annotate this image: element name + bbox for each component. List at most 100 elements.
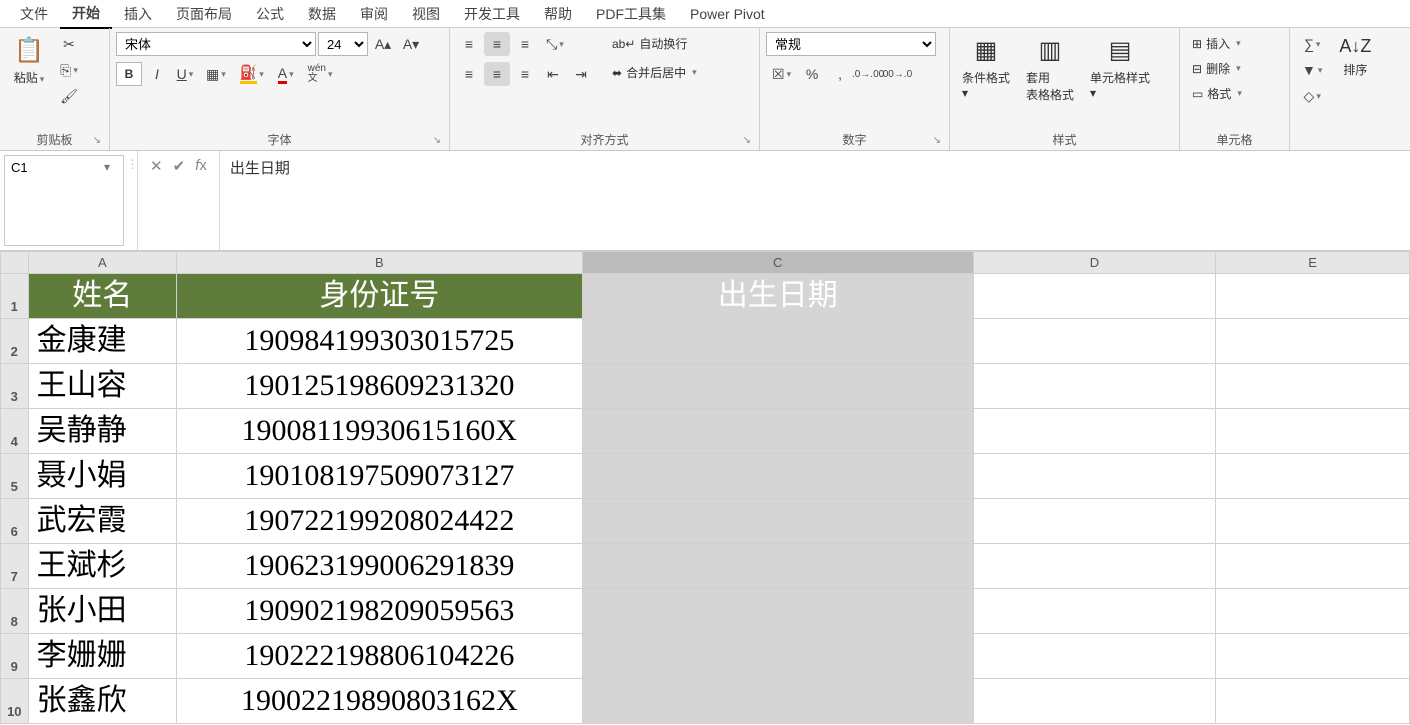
font-family-select[interactable]: 宋体 xyxy=(116,32,316,56)
clear-button[interactable]: ◇▾ xyxy=(1296,84,1328,108)
cell-E8[interactable] xyxy=(1216,589,1410,634)
menu-tab-2[interactable]: 插入 xyxy=(112,0,164,28)
cell-E7[interactable] xyxy=(1216,544,1410,589)
comma-button[interactable]: , xyxy=(827,62,853,86)
menu-tab-5[interactable]: 数据 xyxy=(296,0,348,28)
font-color-button[interactable]: A▾ xyxy=(272,62,300,86)
increase-font-button[interactable]: A▴ xyxy=(370,32,396,56)
fill-color-button[interactable]: ⛽▾ xyxy=(234,62,270,86)
row-header-4[interactable]: 4 xyxy=(1,409,29,454)
cell-B1[interactable]: 身份证号 xyxy=(176,274,582,319)
cell-A4[interactable]: 吴静静 xyxy=(28,409,176,454)
col-header-E[interactable]: E xyxy=(1216,252,1410,274)
cell-B9[interactable]: 190222198806104226 xyxy=(176,634,582,679)
cell-B5[interactable]: 190108197509073127 xyxy=(176,454,582,499)
copy-button[interactable]: ⎘▾ xyxy=(56,58,82,82)
underline-button[interactable]: U▾ xyxy=(172,62,198,86)
cell-C6[interactable] xyxy=(582,499,973,544)
paste-button[interactable]: 📋 粘贴▾ xyxy=(6,32,52,90)
cell-C3[interactable] xyxy=(582,364,973,409)
cell-B2[interactable]: 190984199303015725 xyxy=(176,319,582,364)
select-all-corner[interactable] xyxy=(1,252,29,274)
fill-button[interactable]: ▼▾ xyxy=(1296,58,1328,82)
col-header-B[interactable]: B xyxy=(176,252,582,274)
cell-E2[interactable] xyxy=(1216,319,1410,364)
cell-D5[interactable] xyxy=(973,454,1215,499)
menu-tab-4[interactable]: 公式 xyxy=(244,0,296,28)
align-launcher-icon[interactable]: ↘ xyxy=(743,135,751,146)
cell-C9[interactable] xyxy=(582,634,973,679)
cell-B10[interactable]: 19002219890803162X xyxy=(176,679,582,724)
currency-button[interactable]: ☒▾ xyxy=(766,62,797,86)
font-size-select[interactable]: 24 xyxy=(318,32,368,56)
row-header-1[interactable]: 1 xyxy=(1,274,29,319)
worksheet[interactable]: ABCDE1姓名身份证号出生日期2金康建1909841993030157253王… xyxy=(0,251,1410,725)
cell-D2[interactable] xyxy=(973,319,1215,364)
row-header-6[interactable]: 6 xyxy=(1,499,29,544)
align-left-button[interactable]: ≡ xyxy=(456,62,482,86)
font-launcher-icon[interactable]: ↘ xyxy=(433,135,441,146)
cell-C2[interactable] xyxy=(582,319,973,364)
border-button[interactable]: ▦▾ xyxy=(200,62,232,86)
format-painter-button[interactable]: 🖌 xyxy=(56,84,82,108)
cell-D8[interactable] xyxy=(973,589,1215,634)
cell-A1[interactable]: 姓名 xyxy=(28,274,176,319)
increase-decimal-button[interactable]: .0→.00 xyxy=(855,62,881,86)
col-header-A[interactable]: A xyxy=(28,252,176,274)
align-center-button[interactable]: ≡ xyxy=(484,62,510,86)
cell-A8[interactable]: 张小田 xyxy=(28,589,176,634)
cell-E10[interactable] xyxy=(1216,679,1410,724)
indent-increase-button[interactable]: ⇥ xyxy=(568,62,594,86)
cell-D6[interactable] xyxy=(973,499,1215,544)
name-box-dropdown-icon[interactable]: ▾ xyxy=(95,156,119,174)
align-bottom-button[interactable]: ≡ xyxy=(512,32,538,56)
number-format-select[interactable]: 常规 xyxy=(766,32,936,56)
cell-C4[interactable] xyxy=(582,409,973,454)
autosum-button[interactable]: ∑▾ xyxy=(1296,32,1328,56)
insert-cells-button[interactable]: ⊞插入▾ xyxy=(1186,32,1247,55)
cell-C1[interactable]: 出生日期 xyxy=(582,274,973,319)
col-header-D[interactable]: D xyxy=(973,252,1215,274)
row-header-2[interactable]: 2 xyxy=(1,319,29,364)
cell-C8[interactable] xyxy=(582,589,973,634)
formula-input[interactable]: 出生日期 xyxy=(220,151,1410,250)
cell-E1[interactable] xyxy=(1216,274,1410,319)
row-header-9[interactable]: 9 xyxy=(1,634,29,679)
cell-A6[interactable]: 武宏霞 xyxy=(28,499,176,544)
align-middle-button[interactable]: ≡ xyxy=(484,32,510,56)
menu-tab-9[interactable]: 帮助 xyxy=(532,0,584,28)
cell-A7[interactable]: 王斌杉 xyxy=(28,544,176,589)
menu-tab-8[interactable]: 开发工具 xyxy=(452,0,532,28)
cell-A9[interactable]: 李姗姗 xyxy=(28,634,176,679)
menu-tab-10[interactable]: PDF工具集 xyxy=(584,0,678,28)
sort-filter-button[interactable]: A↓Z排序 xyxy=(1332,32,1378,82)
col-header-C[interactable]: C xyxy=(582,252,973,274)
menu-tab-1[interactable]: 开始 xyxy=(60,0,112,29)
cell-D1[interactable] xyxy=(973,274,1215,319)
cell-D3[interactable] xyxy=(973,364,1215,409)
table-format-button[interactable]: ▥套用 表格格式 xyxy=(1020,32,1080,107)
row-header-8[interactable]: 8 xyxy=(1,589,29,634)
merge-center-button[interactable]: ⬌合并后居中▾ xyxy=(606,61,703,84)
align-right-button[interactable]: ≡ xyxy=(512,62,538,86)
bold-button[interactable]: B xyxy=(116,62,142,86)
row-header-10[interactable]: 10 xyxy=(1,679,29,724)
cancel-formula-button[interactable]: ✕ xyxy=(150,157,163,175)
number-launcher-icon[interactable]: ↘ xyxy=(933,135,941,146)
cell-E5[interactable] xyxy=(1216,454,1410,499)
menu-tab-7[interactable]: 视图 xyxy=(400,0,452,28)
decrease-font-button[interactable]: A▾ xyxy=(398,32,424,56)
name-box[interactable]: ▾ xyxy=(4,155,124,246)
cell-E9[interactable] xyxy=(1216,634,1410,679)
row-header-3[interactable]: 3 xyxy=(1,364,29,409)
cell-D4[interactable] xyxy=(973,409,1215,454)
format-cells-button[interactable]: ▭格式▾ xyxy=(1186,82,1248,105)
cell-B8[interactable]: 190902198209059563 xyxy=(176,589,582,634)
menu-tab-11[interactable]: Power Pivot xyxy=(678,2,777,26)
cell-B6[interactable]: 190722199208024422 xyxy=(176,499,582,544)
wrap-text-button[interactable]: ab↵自动换行 xyxy=(606,32,703,55)
cell-C5[interactable] xyxy=(582,454,973,499)
menu-tab-3[interactable]: 页面布局 xyxy=(164,0,244,28)
cell-A10[interactable]: 张鑫欣 xyxy=(28,679,176,724)
italic-button[interactable]: I xyxy=(144,62,170,86)
